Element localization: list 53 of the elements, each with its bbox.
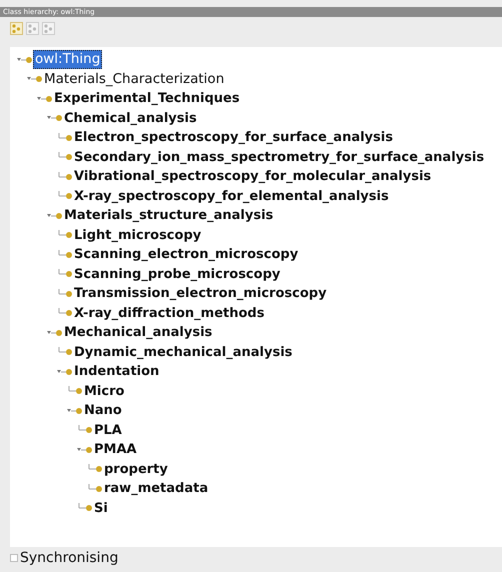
tree-item[interactable]: Light_microscopy	[73, 226, 202, 244]
class-icon	[86, 505, 92, 512]
class-icon	[36, 76, 42, 82]
tree-item[interactable]: Electron_spectroscopy_for_surface_analysis	[73, 129, 394, 146]
class-icon	[26, 56, 32, 63]
class-icon	[66, 193, 72, 200]
class-icon	[96, 486, 102, 492]
checkbox[interactable]	[10, 554, 18, 562]
tree-item[interactable]: property	[103, 460, 169, 478]
class-icon	[76, 388, 82, 394]
class-icon	[46, 96, 52, 102]
tree-item[interactable]: Secondary_ion_mass_spectrometry_for_surface_analysis	[73, 148, 486, 166]
tree-item[interactable]: Micro	[83, 382, 126, 400]
tree-item[interactable]: Nano	[83, 402, 123, 420]
tree-item[interactable]: Indentation	[73, 363, 160, 380]
class-icon	[66, 252, 72, 258]
status-label: Synchronising	[20, 550, 118, 566]
tree-item[interactable]: Materials_Characterization	[43, 70, 226, 88]
class-icon	[66, 349, 72, 356]
class-icon	[56, 330, 62, 336]
tree-item[interactable]: PMAA	[93, 441, 138, 458]
class-icon	[86, 446, 92, 453]
class-icon	[96, 466, 102, 472]
class-icon	[66, 310, 72, 316]
class-icon	[66, 134, 72, 141]
class-tree-icon	[28, 24, 37, 33]
class-icon	[66, 154, 72, 160]
tree-item[interactable]: Chemical_analysis	[63, 110, 198, 127]
tree-item[interactable]: raw_metadata	[103, 480, 210, 498]
class-icon	[86, 427, 92, 434]
tree-item[interactable]: Scanning_probe_microscopy	[73, 266, 282, 283]
class-icon	[76, 408, 82, 414]
tree-item[interactable]: X-ray_spectroscopy_for_elemental_analysis	[73, 188, 390, 205]
class-icon	[56, 212, 62, 219]
tree-item[interactable]: PLA	[93, 422, 123, 439]
class-icon	[66, 290, 72, 297]
tree-item[interactable]: Transmission_electron_microscopy	[73, 285, 328, 302]
class-tree-icon	[44, 24, 53, 33]
class-icon	[66, 174, 72, 180]
tree-item[interactable]: owl:Thing	[33, 50, 102, 70]
class-icon	[66, 232, 72, 238]
tree-item[interactable]: X-ray_diffraction_methods	[73, 304, 266, 322]
class-tree-icon	[12, 24, 21, 33]
class-icon	[66, 271, 72, 278]
tree-item[interactable]: Scanning_electron_microscopy	[73, 246, 300, 264]
class-icon	[56, 115, 62, 122]
tree-item[interactable]: Si	[93, 500, 109, 517]
tree-item[interactable]: Materials_structure_analysis	[63, 207, 274, 224]
tree-item[interactable]: Experimental_Techniques	[53, 90, 241, 108]
tree-item[interactable]: Vibrational_spectroscopy_for_molecular_analysis	[73, 168, 432, 186]
tree-item[interactable]: Mechanical_analysis	[63, 324, 214, 342]
class-icon	[66, 368, 72, 375]
tree-item[interactable]: Dynamic_mechanical_analysis	[73, 344, 294, 361]
